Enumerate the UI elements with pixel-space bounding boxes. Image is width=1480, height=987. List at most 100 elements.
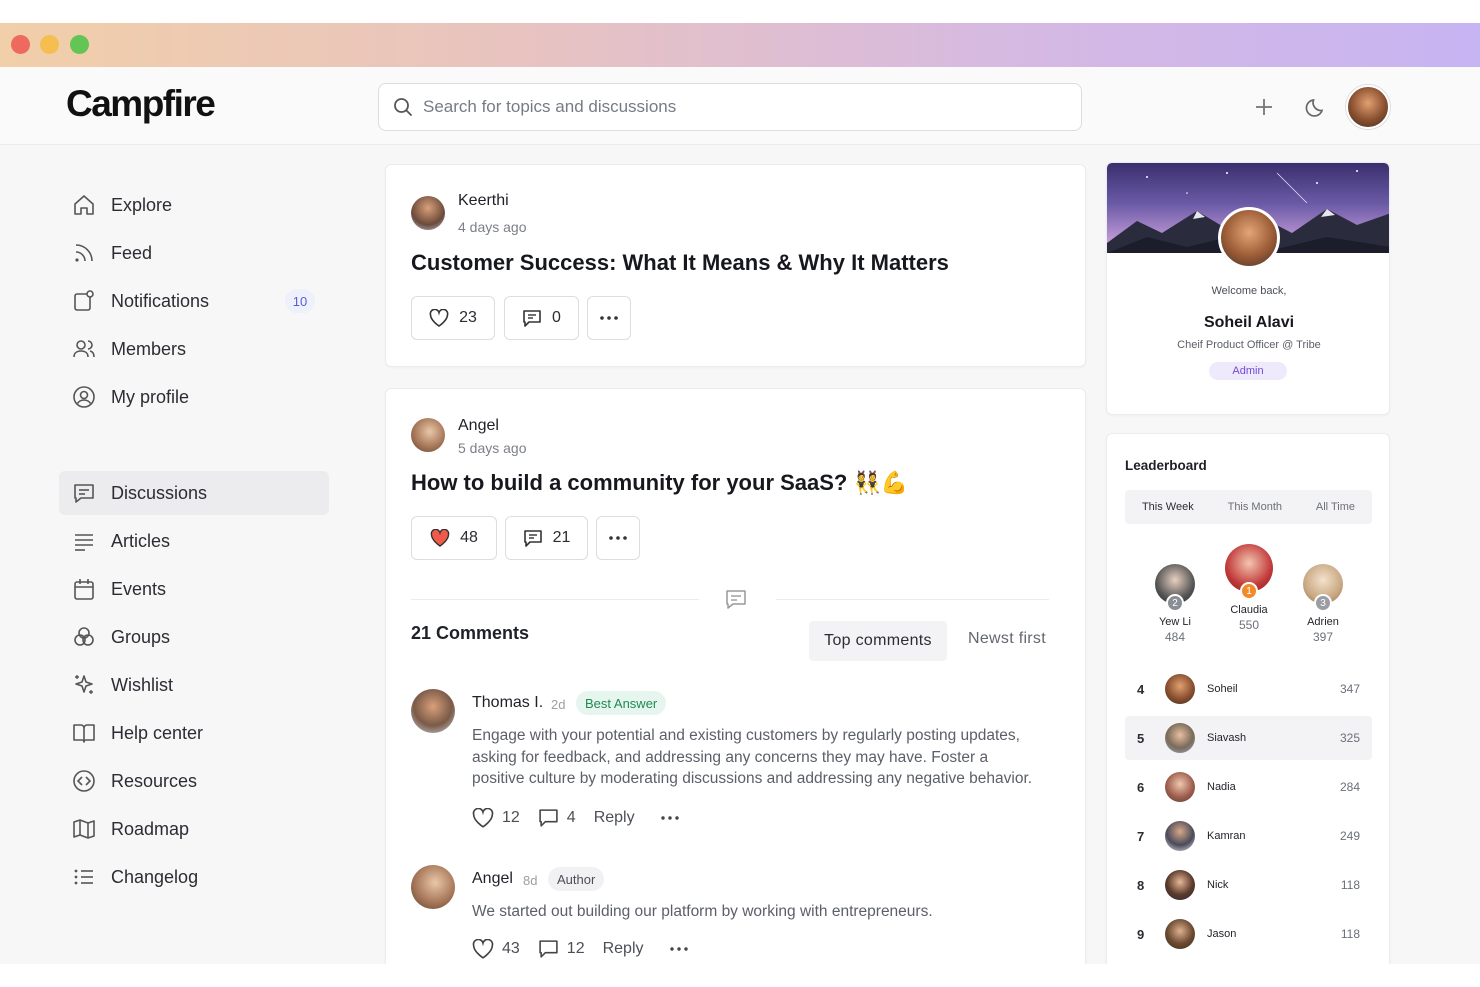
sidebar-item-label: Articles — [111, 530, 171, 551]
ellipsis-icon — [660, 816, 679, 820]
sidebar-item-members[interactable]: Members — [59, 327, 329, 371]
comment-like-button[interactable]: 12 — [472, 808, 520, 828]
tab-this-month[interactable]: This Month — [1228, 501, 1282, 513]
leaderboard-row[interactable]: 5 Siavash 325 — [1125, 716, 1372, 760]
comment-button[interactable]: 21 — [505, 516, 588, 560]
user-circle-icon — [71, 384, 97, 410]
best-answer-badge: Best Answer — [576, 691, 667, 715]
comment-body: Engage with your potential and existing … — [472, 725, 1032, 790]
comment-like-count: 12 — [502, 809, 520, 826]
code-circle-icon — [71, 768, 97, 794]
author-badge: Author — [548, 867, 605, 891]
author-avatar[interactable] — [411, 196, 445, 230]
sort-newest-tab[interactable]: Newst first — [968, 630, 1046, 648]
sparkle-icon — [71, 672, 97, 698]
sidebar-item-notifications[interactable]: Notifications 10 — [59, 279, 329, 323]
commenter-name[interactable]: Thomas I. — [472, 694, 543, 712]
comment-button[interactable]: 0 — [504, 296, 579, 340]
comment-reply-count: 4 — [566, 809, 576, 826]
post-title[interactable]: Customer Success: What It Means & Why It… — [411, 250, 949, 276]
dark-mode-toggle[interactable] — [1298, 89, 1334, 125]
more-options-button[interactable] — [596, 516, 640, 560]
search-bar[interactable] — [378, 83, 1082, 131]
row-avatar — [1165, 772, 1195, 802]
sidebar-item-groups[interactable]: Groups — [59, 615, 329, 659]
commenter-avatar[interactable] — [411, 865, 455, 909]
post-author[interactable]: Angel — [458, 417, 499, 435]
author-avatar[interactable] — [411, 418, 445, 452]
search-input[interactable] — [423, 97, 1023, 117]
reply-button[interactable]: Reply — [603, 940, 644, 958]
like-button[interactable]: 48 — [411, 516, 497, 560]
profile-card: Welcome back, Soheil Alavi Cheif Product… — [1106, 162, 1390, 415]
comment-count: 21 — [552, 529, 571, 546]
like-button[interactable]: 23 — [411, 296, 495, 340]
row-avatar — [1165, 919, 1195, 949]
comment-replies-button[interactable]: 12 — [538, 939, 585, 959]
rss-icon — [71, 240, 97, 266]
row-rank: 7 — [1137, 828, 1145, 844]
leaderboard-card: Leaderboard This Week This Month All Tim… — [1106, 433, 1390, 964]
commenter-name[interactable]: Angel — [472, 870, 513, 888]
podium-third[interactable]: 3 Adrien 397 — [1293, 564, 1353, 644]
notification-count-badge: 10 — [285, 289, 315, 313]
tab-this-week[interactable]: This Week — [1142, 501, 1194, 513]
post-author[interactable]: Keerthi — [458, 192, 509, 210]
sidebar-item-feed[interactable]: Feed — [59, 231, 329, 275]
admin-badge: Admin — [1209, 362, 1287, 380]
comment-more-button[interactable] — [660, 816, 679, 820]
leaderboard-row[interactable]: 4 Soheil 347 — [1125, 667, 1372, 711]
sidebar-item-help-center[interactable]: Help center — [59, 711, 329, 755]
comments-heading: 21 Comments — [411, 623, 530, 643]
profile-avatar[interactable] — [1218, 207, 1280, 269]
profile-name[interactable]: Soheil Alavi — [1107, 314, 1389, 332]
heart-filled-icon — [430, 529, 450, 547]
sidebar-item-explore[interactable]: Explore — [59, 183, 329, 227]
like-count: 23 — [459, 309, 477, 326]
minimize-window-button[interactable] — [40, 35, 59, 54]
tab-all-time[interactable]: All Time — [1316, 501, 1355, 513]
post-title[interactable]: How to build a community for your SaaS? … — [411, 470, 908, 496]
podium-score: 484 — [1164, 630, 1186, 644]
sidebar-item-roadmap[interactable]: Roadmap — [59, 807, 329, 851]
sidebar-item-events[interactable]: Events — [59, 567, 329, 611]
leaderboard-row[interactable]: 7 Kamran 249 — [1125, 814, 1372, 858]
post-card: Angel 5 days ago How to build a communit… — [385, 388, 1086, 964]
podium-name: Yew Li — [1158, 616, 1191, 628]
reply-button[interactable]: Reply — [594, 809, 635, 827]
podium-score: 550 — [1238, 618, 1260, 632]
sidebar-item-my-profile[interactable]: My profile — [59, 375, 329, 419]
comment-like-button[interactable]: 43 — [472, 939, 520, 959]
rank-badge: 1 — [1240, 582, 1258, 600]
row-avatar — [1165, 674, 1195, 704]
sort-top-comments-tab[interactable]: Top comments — [809, 621, 947, 661]
row-rank: 9 — [1137, 926, 1145, 942]
comment-replies-button[interactable]: 4 — [538, 808, 576, 828]
leaderboard-row[interactable]: 6 Nadia 284 — [1125, 765, 1372, 809]
sidebar-item-wishlist[interactable]: Wishlist — [59, 663, 329, 707]
close-window-button[interactable] — [11, 35, 30, 54]
brand-name: Campfire — [66, 83, 216, 124]
leaderboard-row[interactable]: 9 Jason 118 — [1125, 912, 1372, 956]
lines-icon — [71, 528, 97, 554]
sidebar-item-label: Discussions — [111, 482, 208, 503]
user-avatar-menu[interactable] — [1346, 85, 1390, 129]
welcome-text: Welcome back, — [1211, 285, 1287, 297]
comment-more-button[interactable] — [669, 947, 688, 951]
podium-first[interactable]: 1 Claudia 550 — [1216, 544, 1282, 632]
comment-line: asking for feedback, and addressing any … — [472, 748, 989, 766]
podium-second[interactable]: 2 Yew Li 484 — [1145, 564, 1205, 644]
sidebar-item-changelog[interactable]: Changelog — [59, 855, 329, 899]
sidebar-item-resources[interactable]: Resources — [59, 759, 329, 803]
commenter-avatar[interactable] — [411, 689, 455, 733]
sidebar-item-articles[interactable]: Articles — [59, 519, 329, 563]
row-avatar — [1165, 821, 1195, 851]
sidebar-item-discussions[interactable]: Discussions — [59, 471, 329, 515]
leaderboard-row[interactable]: 8 Nick 118 — [1125, 863, 1372, 907]
create-button[interactable] — [1246, 89, 1282, 125]
more-options-button[interactable] — [587, 296, 631, 340]
brand-logo[interactable]: Campfire — [66, 83, 216, 125]
sidebar-item-label: Feed — [111, 242, 153, 263]
maximize-window-button[interactable] — [70, 35, 89, 54]
search-icon — [394, 98, 412, 116]
